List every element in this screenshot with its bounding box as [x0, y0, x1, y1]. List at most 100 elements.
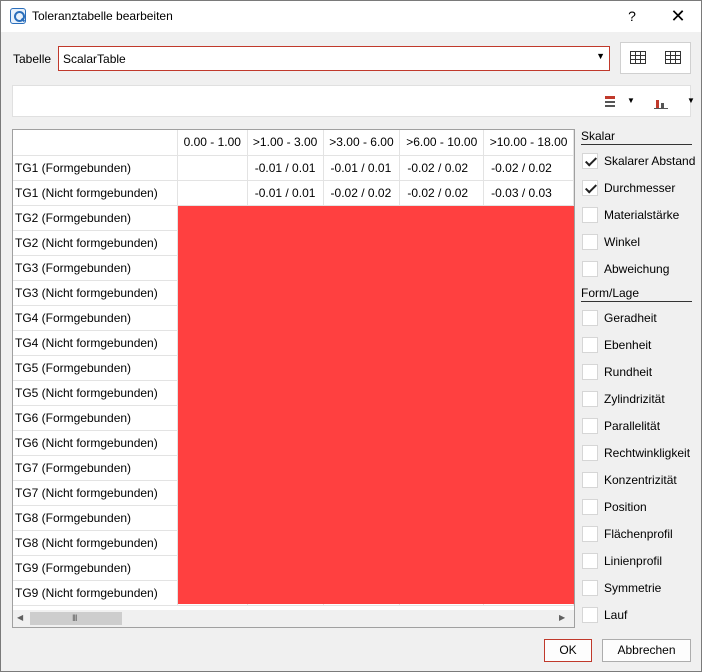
table-cell[interactable]: -0.03 / 0.03: [483, 180, 574, 206]
table-cell[interactable]: [177, 155, 248, 181]
insert-column-dropdown-icon[interactable]: ▼: [687, 96, 695, 105]
checkbox-item[interactable]: Konzentrizität: [581, 470, 693, 492]
row-header[interactable]: TG3 (Nicht formgebunden): [13, 280, 178, 306]
scroll-left-icon[interactable]: ◀: [17, 613, 23, 622]
checkbox-label: Rechtwinkligkeit: [604, 446, 691, 460]
checkbox-item[interactable]: Lauf: [581, 605, 693, 627]
checkbox[interactable]: [582, 526, 598, 542]
table-header-row: 0.00 - 1.00 >1.00 - 3.00 >3.00 - 6.00 >6.00…: [13, 130, 574, 156]
help-button[interactable]: ?: [609, 1, 655, 32]
column-header[interactable]: 0.00 - 1.00: [177, 130, 248, 156]
tolerance-table: 0.00 - 1.00 >1.00 - 3.00 >3.00 - 6.00 >6.00…: [12, 129, 575, 628]
table-tools: [620, 42, 691, 74]
table-edit-grid-icon[interactable]: [665, 51, 681, 64]
checkbox[interactable]: [582, 234, 598, 250]
checkbox[interactable]: [582, 364, 598, 380]
checkbox-item[interactable]: Abweichung: [581, 259, 693, 281]
close-button[interactable]: ✕: [655, 1, 701, 32]
checkbox[interactable]: [582, 580, 598, 596]
table-cell[interactable]: -0.01 / 0.01: [247, 155, 324, 181]
checkbox-item[interactable]: Materialstärke: [581, 205, 693, 227]
table-cell[interactable]: -0.02 / 0.02: [399, 180, 485, 206]
corner-header: [13, 130, 178, 156]
row-header[interactable]: TG1 (Formgebunden): [13, 155, 178, 181]
checkbox[interactable]: [582, 472, 598, 488]
row-header[interactable]: TG9 (Nicht formgebunden): [13, 580, 178, 606]
column-header[interactable]: >1.00 - 3.00: [247, 130, 324, 156]
checkbox-item[interactable]: Geradheit: [581, 308, 693, 330]
checkbox[interactable]: [582, 207, 598, 223]
column-header[interactable]: >10.00 - 18.00: [483, 130, 574, 156]
row-header[interactable]: TG3 (Formgebunden): [13, 255, 178, 281]
table-cell[interactable]: -0.02 / 0.02: [323, 180, 401, 206]
table-grid-icon[interactable]: [630, 51, 646, 64]
checkbox[interactable]: [582, 391, 598, 407]
dialog-window: Toleranztabelle bearbeiten ? ✕ Tabelle S…: [0, 0, 702, 672]
checkbox-item[interactable]: Linienprofil: [581, 551, 693, 573]
checkbox[interactable]: [582, 261, 598, 277]
chevron-down-icon: ▼: [596, 51, 605, 61]
column-header[interactable]: >6.00 - 10.00: [399, 130, 485, 156]
row-header[interactable]: TG2 (Formgebunden): [13, 205, 178, 231]
table-cell[interactable]: -0.02 / 0.02: [483, 155, 574, 181]
row-header[interactable]: TG1 (Nicht formgebunden): [13, 180, 178, 206]
table-cell[interactable]: -0.01 / 0.01: [323, 155, 401, 181]
checkbox-item[interactable]: Symmetrie: [581, 578, 693, 600]
row-header[interactable]: TG7 (Nicht formgebunden): [13, 480, 178, 506]
checkbox[interactable]: [582, 607, 598, 623]
checkbox[interactable]: [582, 499, 598, 515]
checkbox-item[interactable]: Position: [581, 497, 693, 519]
checkbox-item[interactable]: Zylindrizität: [581, 389, 693, 411]
table-select[interactable]: ScalarTable ▼: [58, 46, 610, 71]
horizontal-scrollbar[interactable]: ◀ III ▶: [13, 610, 574, 627]
row-header[interactable]: TG5 (Formgebunden): [13, 355, 178, 381]
checkbox-label: Lauf: [604, 608, 628, 622]
table-cell[interactable]: [177, 180, 248, 206]
checkbox-label: Position: [604, 500, 647, 514]
checkbox-label: Abweichung: [604, 262, 670, 276]
row-header[interactable]: TG9 (Formgebunden): [13, 555, 178, 581]
insert-row-icon[interactable]: [605, 94, 619, 109]
column-header[interactable]: >3.00 - 6.00: [323, 130, 401, 156]
checkbox-label: Flächenprofil: [604, 527, 673, 541]
checkbox[interactable]: [582, 445, 598, 461]
checkbox[interactable]: [582, 418, 598, 434]
checkbox-item[interactable]: Rechtwinkligkeit: [581, 443, 693, 465]
row-header[interactable]: TG8 (Formgebunden): [13, 505, 178, 531]
row-header[interactable]: TG5 (Nicht formgebunden): [13, 380, 178, 406]
row-header[interactable]: TG8 (Nicht formgebunden): [13, 530, 178, 556]
checkbox-item[interactable]: Skalarer Abstand: [581, 151, 695, 173]
row-header[interactable]: TG6 (Formgebunden): [13, 405, 178, 431]
section-title: Form/Lage: [581, 286, 640, 300]
row-header[interactable]: TG6 (Nicht formgebunden): [13, 430, 178, 456]
section-title: Skalar: [581, 129, 616, 143]
checkbox-item[interactable]: Ebenheit: [581, 335, 693, 357]
checkbox-item[interactable]: Rundheit: [581, 362, 693, 384]
checkbox-label: Rundheit: [604, 365, 653, 379]
row-header[interactable]: TG4 (Formgebunden): [13, 305, 178, 331]
checkbox-item[interactable]: Parallelität: [581, 416, 693, 438]
table-cell[interactable]: -0.01 / 0.01: [247, 180, 324, 206]
insert-column-icon[interactable]: [654, 94, 668, 109]
checkbox[interactable]: [582, 180, 598, 196]
scroll-right-icon[interactable]: ▶: [559, 613, 565, 622]
checkbox[interactable]: [582, 337, 598, 353]
row-header[interactable]: TG7 (Formgebunden): [13, 455, 178, 481]
section-header: Skalar: [581, 129, 692, 145]
checkbox[interactable]: [582, 553, 598, 569]
scroll-thumb[interactable]: III: [30, 612, 122, 625]
secondary-toolbar: ▼ ▼: [12, 85, 695, 117]
title-bar: Toleranztabelle bearbeiten ? ✕: [1, 1, 701, 32]
checkbox[interactable]: [582, 153, 598, 169]
ok-button[interactable]: OK: [544, 639, 592, 662]
row-header[interactable]: TG4 (Nicht formgebunden): [13, 330, 178, 356]
insert-row-dropdown-icon[interactable]: ▼: [627, 96, 635, 105]
checkbox-item[interactable]: Flächenprofil: [581, 524, 693, 546]
cancel-button[interactable]: Abbrechen: [602, 639, 691, 662]
checkbox[interactable]: [582, 310, 598, 326]
checkbox-label: Symmetrie: [604, 581, 662, 595]
table-cell[interactable]: -0.02 / 0.02: [399, 155, 485, 181]
checkbox-item[interactable]: Winkel: [581, 232, 693, 254]
checkbox-item[interactable]: Durchmesser: [581, 178, 693, 200]
row-header[interactable]: TG2 (Nicht formgebunden): [13, 230, 178, 256]
